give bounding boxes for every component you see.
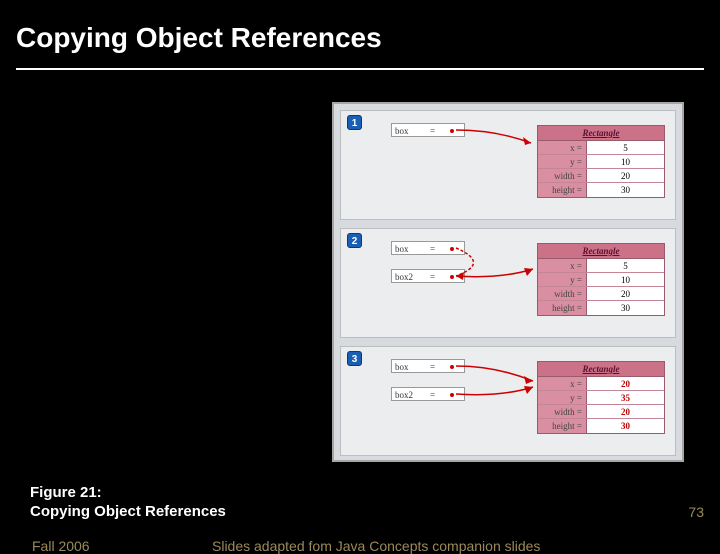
panel-number: 2 bbox=[347, 233, 362, 248]
var-name: box bbox=[395, 124, 409, 138]
object-box: Rectangle x =5 y =10 width =20 height =3… bbox=[537, 125, 665, 198]
header: Copying Object References bbox=[0, 0, 720, 62]
field-row: width =20 bbox=[538, 287, 664, 301]
field-row: y =10 bbox=[538, 273, 664, 287]
divider bbox=[16, 68, 704, 70]
var-box-2: box2 = bbox=[391, 269, 465, 283]
var-box-2: box2 = bbox=[391, 387, 465, 401]
field-row: height =30 bbox=[538, 183, 664, 197]
page-number: 73 bbox=[688, 504, 704, 520]
object-type: Rectangle bbox=[538, 126, 664, 141]
caption-line1: Figure 21: bbox=[30, 484, 226, 501]
equals-sign: = bbox=[430, 270, 435, 284]
var-name: box2 bbox=[395, 270, 413, 284]
field-row: x =20 bbox=[538, 377, 664, 391]
field-row: x =5 bbox=[538, 259, 664, 273]
var-box: box = bbox=[391, 123, 465, 137]
equals-sign: = bbox=[430, 242, 435, 256]
equals-sign: = bbox=[430, 360, 435, 374]
field-row: y =35 bbox=[538, 391, 664, 405]
equals-sign: = bbox=[430, 124, 435, 138]
object-type: Rectangle bbox=[538, 244, 664, 259]
panel-2: 2 box = box2 = Rectangle x =5 y =10 widt… bbox=[340, 228, 676, 338]
equals-sign: = bbox=[430, 388, 435, 402]
panel-3: 3 box = box2 = Rectangle x =20 y =35 wid… bbox=[340, 346, 676, 456]
figure-caption: Figure 21: Copying Object References bbox=[30, 484, 226, 520]
object-box: Rectangle x =20 y =35 width =20 height =… bbox=[537, 361, 665, 434]
field-row: width =20 bbox=[538, 405, 664, 419]
object-type: Rectangle bbox=[538, 362, 664, 377]
panel-number: 3 bbox=[347, 351, 362, 366]
object-box: Rectangle x =5 y =10 width =20 height =3… bbox=[537, 243, 665, 316]
var-box: box = bbox=[391, 359, 465, 373]
field-row: height =30 bbox=[538, 419, 664, 433]
reference-dot bbox=[450, 275, 454, 279]
var-name: box2 bbox=[395, 388, 413, 402]
var-name: box bbox=[395, 242, 409, 256]
field-row: height =30 bbox=[538, 301, 664, 315]
field-row: x =5 bbox=[538, 141, 664, 155]
page-title: Copying Object References bbox=[16, 22, 704, 54]
reference-dot bbox=[450, 393, 454, 397]
caption-line2: Copying Object References bbox=[30, 503, 226, 520]
reference-dot bbox=[450, 129, 454, 133]
var-name: box bbox=[395, 360, 409, 374]
reference-dot bbox=[450, 247, 454, 251]
field-row: y =10 bbox=[538, 155, 664, 169]
field-row: width =20 bbox=[538, 169, 664, 183]
diagram: 1 box = Rectangle x =5 y =10 width =20 h… bbox=[332, 102, 684, 462]
var-box: box = bbox=[391, 241, 465, 255]
panel-1: 1 box = Rectangle x =5 y =10 width =20 h… bbox=[340, 110, 676, 220]
panel-number: 1 bbox=[347, 115, 362, 130]
reference-dot bbox=[450, 365, 454, 369]
